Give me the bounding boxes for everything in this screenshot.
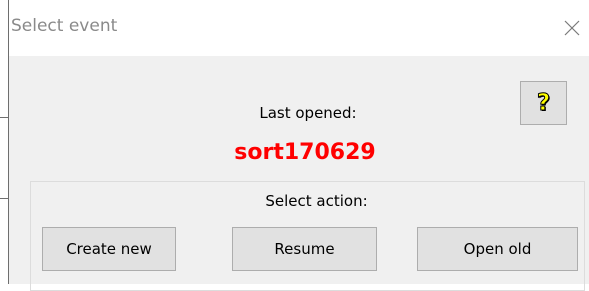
select-action-group: Select action: Create new Resume Open ol… <box>30 181 585 291</box>
create-new-button[interactable]: Create new <box>42 227 176 271</box>
close-button[interactable] <box>555 8 589 48</box>
last-opened-label: Last opened: <box>259 104 357 122</box>
last-opened-event-name: sort170629 <box>234 140 376 165</box>
select-event-dialog: Select event ? Last opened: sort170629 S… <box>9 0 589 291</box>
resume-button[interactable]: Resume <box>232 227 377 271</box>
select-action-label: Select action: <box>265 192 368 210</box>
background-line <box>0 117 8 118</box>
title-bar[interactable]: Select event <box>9 0 589 56</box>
close-icon <box>564 20 580 36</box>
background-line <box>0 198 8 199</box>
open-old-button[interactable]: Open old <box>417 227 578 271</box>
window-title: Select event <box>11 16 118 36</box>
